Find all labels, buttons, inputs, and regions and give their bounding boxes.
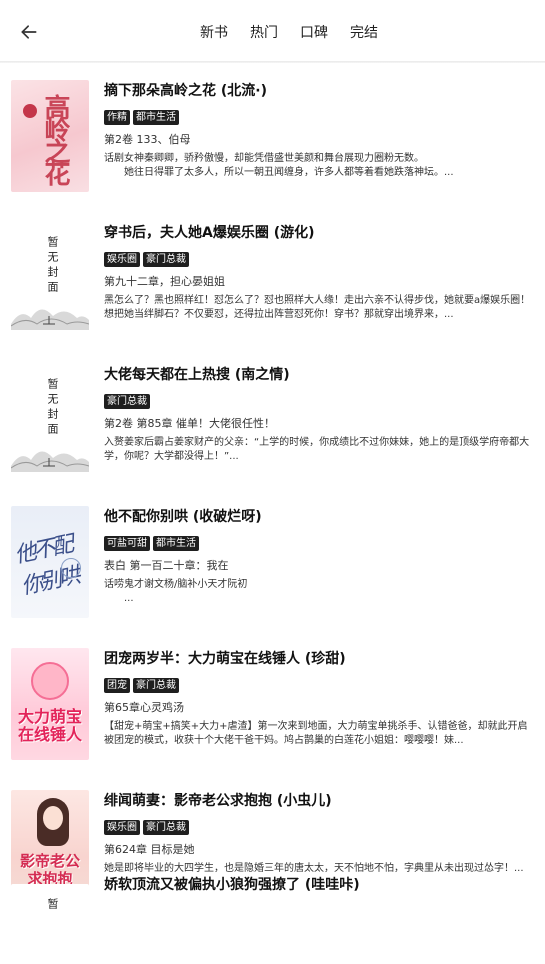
book-item[interactable]: 暂 娇软顶流又被偏执小狼狗强撩了 (哇哇咔) xyxy=(0,874,545,964)
book-description: 话剧女神秦卿卿，骄矜傲慢，却能凭借盛世美颜和舞台展现力圈粉无数。 她往日得罪了太… xyxy=(104,153,454,178)
book-item[interactable]: 高岭之花 摘下那朵高岭之花 (北流·) 作精 都市生活 第2卷 133、伯母 话… xyxy=(0,64,545,206)
latest-chapter: 第65章心灵鸡汤 xyxy=(104,701,184,714)
book-tag: 可盐可甜 xyxy=(104,536,150,551)
character-face xyxy=(43,806,63,830)
tab-reputation[interactable]: 口碑 xyxy=(300,20,328,46)
cover-title-art: 大力萌宝在线锤人 xyxy=(17,707,82,744)
tab-new-books[interactable]: 新书 xyxy=(200,20,228,46)
cover-title-art: 高岭之花 xyxy=(40,94,70,182)
book-cover: 高岭之花 xyxy=(11,80,89,192)
book-item[interactable]: 暂无封面 穿书后，夫人她A爆娱乐圈 (游化) 娱乐圈 豪门总裁 第九十二章，担心… xyxy=(0,206,545,348)
book-tag: 娱乐圈 xyxy=(104,820,140,835)
latest-chapter: 第九十二章，担心晏姐姐 xyxy=(104,275,225,288)
book-tag: 团宠 xyxy=(104,678,130,693)
book-tags: 娱乐圈 豪门总裁 xyxy=(104,252,189,267)
book-title: 娇软顶流又被偏执小狼狗强撩了 (哇哇咔) xyxy=(104,877,360,893)
book-tags: 团宠 豪门总裁 xyxy=(104,678,179,693)
back-button[interactable] xyxy=(14,18,44,46)
latest-chapter: 第2卷 第85章 催单！大佬很任性！ xyxy=(104,417,275,430)
book-title: 团宠两岁半：大力萌宝在线锤人 (珍甜) xyxy=(104,651,346,667)
landscape-icon xyxy=(11,309,89,330)
book-description: 入赘姜家后霸占姜家财产的父亲：“上学的时候，你成绩比不过你妹妹，她上的是顶级学府… xyxy=(104,437,530,462)
arrow-left-icon xyxy=(21,25,37,39)
character-art xyxy=(31,662,69,700)
category-tabs: 新书 热门 口碑 完结 xyxy=(200,20,400,46)
latest-chapter: 表白 第一百二十章：我在 xyxy=(104,559,229,572)
book-tag: 作精 xyxy=(104,110,130,125)
seal-decoration xyxy=(23,104,37,118)
circle-decoration xyxy=(61,558,81,578)
book-tag: 豪门总裁 xyxy=(143,820,189,835)
book-title: 大佬每天都在上热搜 (南之情) xyxy=(104,367,290,383)
landscape-icon xyxy=(11,451,89,472)
no-cover-text: 暂 xyxy=(46,898,59,913)
book-tag: 娱乐圈 xyxy=(104,252,140,267)
book-title: 他不配你别哄 (收破烂呀) xyxy=(104,509,262,525)
book-tag: 都市生活 xyxy=(153,536,199,551)
no-cover-text: 暂无封面 xyxy=(46,236,59,296)
book-cover: 他不配你别哄 xyxy=(11,506,89,618)
book-description: 话唠鬼才谢文杨/脑补小天才阮初 ... xyxy=(104,579,248,604)
book-tag: 豪门总裁 xyxy=(104,394,150,409)
book-item[interactable]: 暂无封面 大佬每天都在上热搜 (南之情) 豪门总裁 第2卷 第85章 催单！大佬… xyxy=(0,348,545,490)
latest-chapter: 第2卷 133、伯母 xyxy=(104,133,191,146)
book-tags: 可盐可甜 都市生活 xyxy=(104,536,199,551)
tab-hot[interactable]: 热门 xyxy=(250,20,278,46)
book-title: 穿书后，夫人她A爆娱乐圈 (游化) xyxy=(104,225,315,241)
book-description: 【甜宠+萌宝+搞笑+大力+虐渣】第一次来到地面，大力萌宝单挑杀手、认错爸爸，却就… xyxy=(104,721,528,746)
book-cover-placeholder: 暂无封面 xyxy=(11,364,89,476)
book-item[interactable]: 大力萌宝在线锤人 团宠两岁半：大力萌宝在线锤人 (珍甜) 团宠 豪门总裁 第65… xyxy=(0,632,545,774)
book-description: 黑怎么了？黑也照样红！怼怎么了？怼也照样大人缘！走出六亲不认得步伐，她就要a爆娱… xyxy=(104,295,531,320)
book-cover-placeholder: 暂 xyxy=(11,884,89,964)
book-item[interactable]: 他不配你别哄 他不配你别哄 (收破烂呀) 可盐可甜 都市生活 表白 第一百二十章… xyxy=(0,490,545,632)
book-tag: 豪门总裁 xyxy=(143,252,189,267)
latest-chapter: 第624章 目标是她 xyxy=(104,843,195,856)
book-tags: 作精 都市生活 xyxy=(104,110,179,125)
book-tag: 都市生活 xyxy=(133,110,179,125)
book-tags: 娱乐圈 豪门总裁 xyxy=(104,820,189,835)
no-cover-text: 暂无封面 xyxy=(46,378,59,438)
book-tag: 豪门总裁 xyxy=(133,678,179,693)
tab-completed[interactable]: 完结 xyxy=(350,20,378,46)
book-title: 绯闻萌妻：影帝老公求抱抱 (小虫儿) xyxy=(104,793,332,809)
header-divider xyxy=(0,61,545,63)
book-cover: 大力萌宝在线锤人 xyxy=(11,648,89,760)
book-cover-placeholder: 暂无封面 xyxy=(11,222,89,334)
book-tags: 豪门总裁 xyxy=(104,394,150,409)
book-title: 摘下那朵高岭之花 (北流·) xyxy=(104,83,267,99)
top-bar: 新书 热门 口碑 完结 xyxy=(0,0,545,63)
